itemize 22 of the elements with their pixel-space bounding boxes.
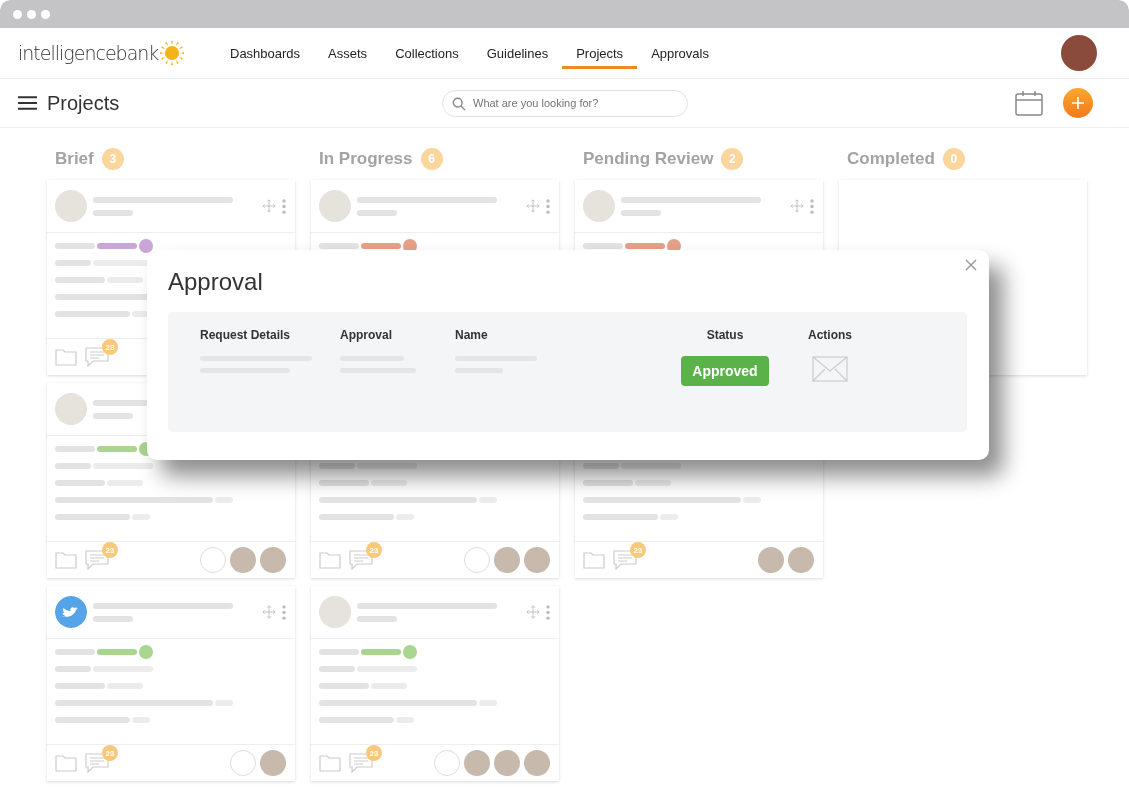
column-header: Status bbox=[706, 328, 744, 342]
count-badge: 3 bbox=[101, 148, 124, 170]
column-title: In Progress bbox=[319, 149, 413, 169]
dialog-title: Approval bbox=[168, 268, 264, 296]
comment-count: 23 bbox=[366, 745, 382, 761]
status-badge: Approved bbox=[681, 356, 769, 386]
comment-count: 23 bbox=[102, 542, 118, 558]
column-header: Name bbox=[455, 328, 489, 342]
column-title: Brief bbox=[55, 149, 94, 169]
count-badge: 6 bbox=[420, 148, 443, 170]
comment-count: 23 bbox=[102, 339, 118, 355]
comment-count: 23 bbox=[102, 745, 118, 761]
comment-count: 23 bbox=[630, 542, 646, 558]
column-header: Request Details bbox=[200, 328, 292, 342]
column-header: Actions bbox=[808, 328, 852, 342]
page-title: Projects bbox=[47, 91, 121, 115]
column-title: Completed bbox=[847, 149, 935, 169]
count-badge: 0 bbox=[942, 148, 965, 170]
comment-count: 23 bbox=[366, 542, 382, 558]
column-header: Approval bbox=[340, 328, 393, 342]
count-badge: 2 bbox=[721, 148, 744, 170]
column-title: Pending Review bbox=[583, 149, 714, 169]
